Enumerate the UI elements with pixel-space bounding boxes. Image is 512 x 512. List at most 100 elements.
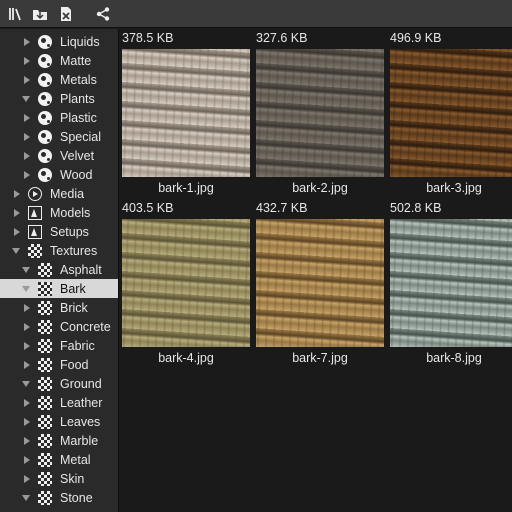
ball-icon [38,53,52,68]
expand-arrow-right-icon[interactable] [22,360,32,370]
texture-item[interactable]: 378.5 KB bark-1.jpg [119,31,250,199]
expand-arrow-right-icon[interactable] [22,474,32,484]
texture-item[interactable]: 432.7 KB bark-7.jpg [253,201,384,369]
texture-item[interactable]: 496.9 KB bark-3.jpg [387,31,512,199]
sidebar-item-plastic[interactable]: Plastic [0,108,118,127]
expand-arrow-right-icon[interactable] [22,56,32,66]
checker-icon [38,490,52,505]
sidebar-item-marble[interactable]: Marble [0,431,118,450]
file-size: 378.5 KB [122,31,174,45]
texture-item[interactable]: 327.6 KB bark-2.jpg [253,31,384,199]
toolbar [0,0,512,28]
sidebar-item-plants[interactable]: Plants [0,89,118,108]
sidebar-item-food[interactable]: Food [0,355,118,374]
sidebar-item-special[interactable]: Special [0,127,118,146]
sidebar-item-ground[interactable]: Ground [0,374,118,393]
sidebar-item-label: Setups [50,224,89,239]
sidebar-item-leather[interactable]: Leather [0,393,118,412]
expand-arrow-right-icon[interactable] [22,455,32,465]
file-size: 432.7 KB [256,201,308,215]
sidebar-item-metals[interactable]: Metals [0,70,118,89]
texture-thumbnail[interactable] [256,49,384,177]
sidebar-item-liquids[interactable]: Liquids [0,32,118,51]
sidebar-item-skin[interactable]: Skin [0,469,118,488]
sidebar-item-label: Skin [60,471,85,486]
checker-icon [38,471,52,486]
expand-arrow-down-icon[interactable] [12,246,22,256]
texture-thumbnail[interactable] [390,49,512,177]
texture-thumbnail[interactable] [122,49,250,177]
sidebar-item-media[interactable]: Media [0,184,118,203]
checker-icon [28,243,42,258]
sidebar-item-label: Fabric [60,338,95,353]
sidebar-item-concrete[interactable]: Concrete [0,317,118,336]
sidebar-item-label: Metals [60,72,97,87]
texture-thumbnail[interactable] [122,219,250,347]
sidebar-item-label: Matte [60,53,92,68]
expand-arrow-right-icon[interactable] [22,75,32,85]
sidebar-item-matte[interactable]: Matte [0,51,118,70]
sidebar-item-asphalt[interactable]: Asphalt [0,260,118,279]
library-tree: Liquids Matte Metals Plants Plastic Special Ve… [0,29,118,512]
delete-file-icon[interactable] [57,5,75,23]
expand-arrow-right-icon[interactable] [12,189,22,199]
sidebar-item-leaves[interactable]: Leaves [0,412,118,431]
ball-icon [38,148,52,163]
sidebar-item-models[interactable]: Models [0,203,118,222]
file-size: 502.8 KB [390,201,442,215]
expand-arrow-down-icon[interactable] [22,94,32,104]
expand-arrow-right-icon[interactable] [22,436,32,446]
expand-arrow-right-icon[interactable] [22,132,32,142]
texture-thumbnail[interactable] [256,219,384,347]
sidebar-item-stone[interactable]: Stone [0,488,118,507]
share-icon[interactable] [94,5,112,23]
expand-arrow-right-icon[interactable] [22,398,32,408]
texture-thumbnail[interactable] [390,219,512,347]
expand-arrow-down-icon[interactable] [22,284,32,294]
model-icon [28,205,42,220]
texture-item[interactable]: 403.5 KB bark-4.jpg [119,201,250,369]
file-size: 496.9 KB [390,31,442,45]
sidebar-item-label: Food [60,357,89,372]
expand-arrow-right-icon[interactable] [22,341,32,351]
ball-icon [38,72,52,87]
sidebar-item-setups[interactable]: Setups [0,222,118,241]
sidebar-item-label: Stone [60,490,93,505]
sidebar-item-label: Metal [60,452,91,467]
import-folder-icon[interactable] [31,5,49,23]
expand-arrow-right-icon[interactable] [22,37,32,47]
expand-arrow-right-icon[interactable] [22,170,32,180]
sidebar-item-metal[interactable]: Metal [0,450,118,469]
sidebar-item-velvet[interactable]: Velvet [0,146,118,165]
sidebar-item-label: Wood [60,167,93,182]
expand-arrow-down-icon[interactable] [22,265,32,275]
sidebar-item-bark[interactable]: Bark [0,279,118,298]
library-icon[interactable] [6,5,24,23]
sidebar-item-brick[interactable]: Brick [0,298,118,317]
expand-arrow-down-icon[interactable] [22,493,32,503]
sidebar-item-label: Models [50,205,91,220]
sidebar-item-wood[interactable]: Wood [0,165,118,184]
texture-item[interactable]: 502.8 KB bark-8.jpg [387,201,512,369]
sidebar-item-label: Marble [60,433,99,448]
expand-arrow-right-icon[interactable] [22,417,32,427]
file-size: 327.6 KB [256,31,308,45]
expand-arrow-down-icon[interactable] [22,379,32,389]
expand-arrow-right-icon[interactable] [22,151,32,161]
checker-icon [38,414,52,429]
expand-arrow-right-icon[interactable] [22,303,32,313]
file-name: bark-4.jpg [158,351,214,365]
sidebar-item-label: Textures [50,243,98,258]
expand-arrow-right-icon[interactable] [22,322,32,332]
sidebar-item-label: Plastic [60,110,97,125]
expand-arrow-right-icon[interactable] [12,227,22,237]
sidebar-item-textures[interactable]: Textures [0,241,118,260]
ball-icon [38,110,52,125]
texture-grid: 378.5 KB bark-1.jpg 327.6 KB bark-2.jpg 496.… [119,29,512,512]
model-icon [28,224,42,239]
expand-arrow-right-icon[interactable] [12,208,22,218]
sidebar-item-label: Liquids [60,34,100,49]
expand-arrow-right-icon[interactable] [22,113,32,123]
sidebar-item-fabric[interactable]: Fabric [0,336,118,355]
sidebar-item-label: Asphalt [60,262,102,277]
